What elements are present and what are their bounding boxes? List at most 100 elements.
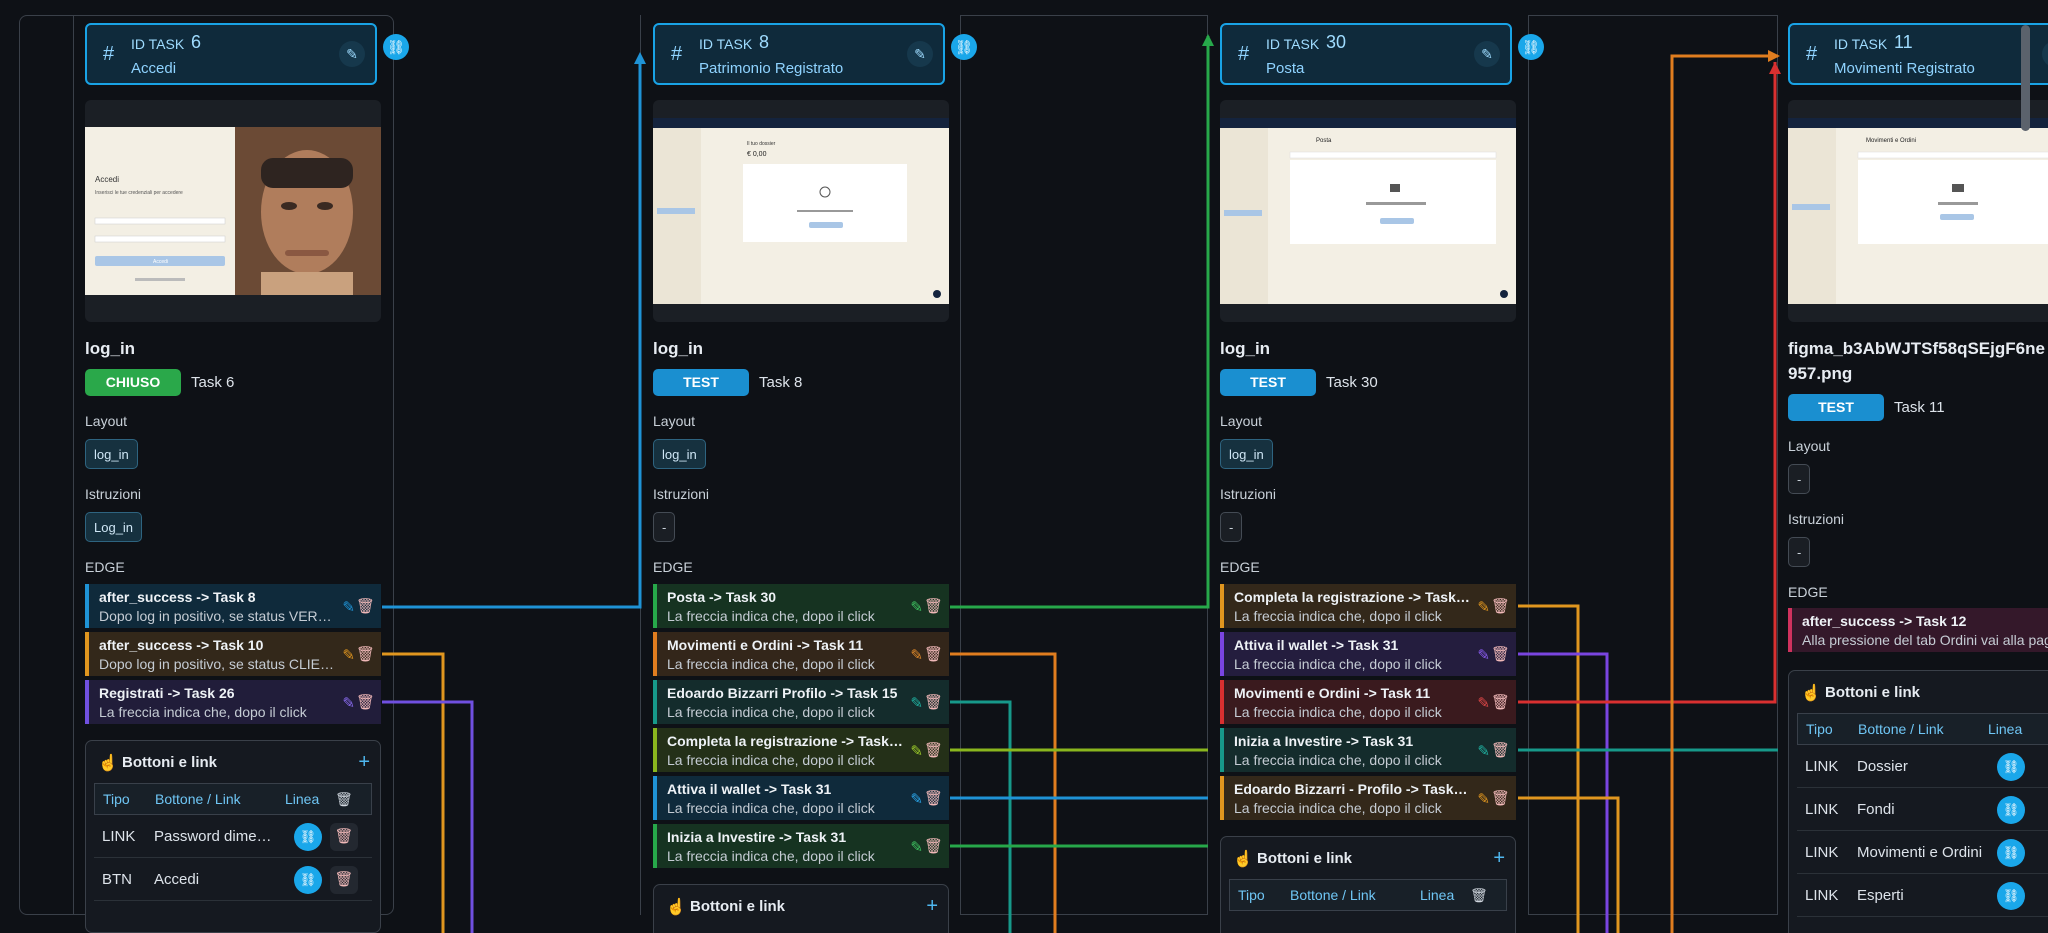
link-icon[interactable]: ⛓ — [1997, 796, 2025, 824]
layout-chip[interactable]: log_in — [653, 439, 706, 469]
status-badge[interactable]: TEST — [1788, 394, 1884, 421]
trash-icon[interactable]: 🗑 — [1491, 789, 1510, 807]
pencil-icon[interactable]: ✎ — [2042, 41, 2048, 67]
link-icon[interactable]: ⛓ — [1997, 882, 2025, 910]
edge-item[interactable]: Inizia a Investire -> Task 31 La freccia… — [653, 824, 949, 868]
pencil-icon[interactable]: ✎ — [1477, 646, 1490, 664]
link-icon[interactable]: ⛓ — [294, 866, 322, 894]
trash-icon[interactable]: 🗑 — [356, 645, 375, 663]
table-row[interactable]: BTN Accedi ⛓ 🗑 — [94, 858, 372, 901]
task-name: Patrimonio Registrato — [699, 60, 844, 77]
status-badge[interactable]: TEST — [1220, 369, 1316, 396]
pencil-icon[interactable]: ✎ — [910, 646, 923, 664]
pencil-icon[interactable]: ✎ — [910, 742, 923, 760]
edge-item[interactable]: Movimenti e Ordini -> Task 11 La freccia… — [1220, 680, 1516, 724]
istruzioni-chip[interactable]: - — [1220, 512, 1243, 542]
edge-item[interactable]: after_success -> Task 10 Dopo log in pos… — [85, 632, 381, 676]
trash-icon[interactable]: 🗑 — [1491, 693, 1510, 711]
add-icon[interactable]: + — [1493, 847, 1505, 870]
pencil-icon[interactable]: ✎ — [1477, 742, 1490, 760]
istruzioni-chip[interactable]: - — [653, 512, 676, 542]
task-header[interactable]: # ID TASK 6 Accedi ✎ — [85, 23, 377, 85]
table-row[interactable]: LINK Esperti ⛓ — [1797, 874, 2048, 917]
pencil-icon[interactable]: ✎ — [1477, 790, 1490, 808]
table-row[interactable]: LINK Fondi ⛓ — [1797, 788, 2048, 831]
trash-icon[interactable]: 🗑 — [330, 823, 358, 851]
panel-title: Bottoni e link — [1257, 850, 1352, 867]
pencil-icon[interactable]: ✎ — [910, 838, 923, 856]
pencil-icon[interactable]: ✎ — [910, 598, 923, 616]
layout-chip[interactable]: - — [1788, 464, 1811, 494]
buttons-panel: ☝ Bottoni e link + Tipo Bottone / Link L… — [1220, 836, 1516, 933]
edge-item[interactable]: Posta -> Task 30 La freccia indica che, … — [653, 584, 949, 628]
edge-item[interactable]: Movimenti e Ordini -> Task 11 La freccia… — [653, 632, 949, 676]
trash-icon[interactable]: 🗑 — [356, 597, 375, 615]
edge-item[interactable]: after_success -> Task 8 Dopo log in posi… — [85, 584, 381, 628]
panel-title: Bottoni e link — [1825, 684, 1920, 701]
edge-item[interactable]: Inizia a Investire -> Task 31 La freccia… — [1220, 728, 1516, 772]
layout-chip[interactable]: log_in — [1220, 439, 1273, 469]
table-row[interactable]: LINK Movimenti e Ordini ⛓ — [1797, 831, 2048, 874]
link-icon[interactable]: ⛓ — [1997, 753, 2025, 781]
edge-title: Movimenti e Ordini -> Task 11 — [1234, 685, 1431, 701]
task-header[interactable]: # ID TASK 8 Patrimonio Registrato ✎ — [653, 23, 945, 85]
status-badge[interactable]: TEST — [653, 369, 749, 396]
trash-icon[interactable]: 🗑 — [335, 791, 353, 808]
trash-icon[interactable]: 🗑 — [1491, 597, 1510, 615]
trash-icon[interactable]: 🗑 — [924, 645, 943, 663]
edge-description: La freccia indica che, dopo il click — [1234, 608, 1442, 624]
pencil-icon[interactable]: ✎ — [1474, 41, 1500, 67]
pencil-icon[interactable]: ✎ — [342, 598, 355, 616]
table-row[interactable]: LINK Dossier ⛓ — [1797, 745, 2048, 788]
edge-label: EDGE — [1788, 584, 1828, 600]
trash-icon[interactable]: 🗑 — [924, 597, 943, 615]
edge-item[interactable]: Attiva il wallet -> Task 31 La freccia i… — [653, 776, 949, 820]
edge-item[interactable]: after_success -> Task 12 Alla pressione … — [1788, 608, 2048, 652]
trash-icon[interactable]: 🗑 — [1470, 887, 1488, 904]
link-icon[interactable]: ⛓ — [294, 823, 322, 851]
edge-item[interactable]: Attiva il wallet -> Task 31 La freccia i… — [1220, 632, 1516, 676]
link-icon[interactable]: ⛓ — [1518, 34, 1544, 60]
link-icon[interactable]: ⛓ — [383, 34, 409, 60]
add-icon[interactable]: + — [358, 751, 370, 774]
touch-icon: ☝ — [666, 899, 686, 916]
status-badge[interactable]: CHIUSO — [85, 369, 181, 396]
pencil-icon[interactable]: ✎ — [907, 41, 933, 67]
pencil-icon[interactable]: ✎ — [1477, 598, 1490, 616]
task-header[interactable]: # ID TASK 11 Movimenti Registrato ✎ — [1788, 23, 2048, 85]
trash-icon[interactable]: 🗑 — [356, 693, 375, 711]
edge-item[interactable]: Edoardo Bizzarri - Profilo -> Task 15 La… — [1220, 776, 1516, 820]
edge-label: EDGE — [85, 559, 125, 575]
pencil-icon[interactable]: ✎ — [342, 646, 355, 664]
edge-item[interactable]: Edoardo Bizzarri Profilo -> Task 15 La f… — [653, 680, 949, 724]
trash-icon[interactable]: 🗑 — [1491, 645, 1510, 663]
task-header[interactable]: # ID TASK 30 Posta ✎ — [1220, 23, 1512, 85]
pencil-icon[interactable]: ✎ — [1477, 694, 1490, 712]
panel-title: Bottoni e link — [690, 898, 785, 915]
trash-icon[interactable]: 🗑 — [924, 837, 943, 855]
istruzioni-chip[interactable]: - — [1788, 537, 1811, 567]
edge-item[interactable]: Completa la registrazione -> Task 26 La … — [653, 728, 949, 772]
table-row[interactable]: LINK Password dimenticata ⛓ 🗑 — [94, 815, 372, 858]
scrollbar[interactable] — [2021, 25, 2030, 131]
add-icon[interactable]: + — [926, 895, 938, 918]
link-icon[interactable]: ⛓ — [951, 34, 977, 60]
link-icon[interactable]: ⛓ — [1997, 839, 2025, 867]
istruzioni-label: Istruzioni — [85, 486, 142, 502]
edge-item[interactable]: Registrati -> Task 26 La freccia indica … — [85, 680, 381, 724]
trash-icon[interactable]: 🗑 — [924, 693, 943, 711]
pencil-icon[interactable]: ✎ — [910, 790, 923, 808]
istruzioni-chip[interactable]: Log_in — [85, 512, 143, 542]
layout-chip[interactable]: log_in — [85, 439, 138, 469]
task-label: Task 11 — [1894, 399, 1945, 416]
id-task-number: 30 — [1326, 32, 1347, 52]
edge-item[interactable]: Completa la registrazione -> Task 26 La … — [1220, 584, 1516, 628]
trash-icon[interactable]: 🗑 — [1491, 741, 1510, 759]
trash-icon[interactable]: 🗑 — [924, 789, 943, 807]
flow-canvas[interactable]: # ID TASK 6 Accedi ✎ ⛓ Accedi Inserisci … — [0, 0, 2048, 933]
pencil-icon[interactable]: ✎ — [342, 694, 355, 712]
trash-icon[interactable]: 🗑 — [330, 866, 358, 894]
pencil-icon[interactable]: ✎ — [910, 694, 923, 712]
trash-icon[interactable]: 🗑 — [924, 741, 943, 759]
pencil-icon[interactable]: ✎ — [339, 41, 365, 67]
